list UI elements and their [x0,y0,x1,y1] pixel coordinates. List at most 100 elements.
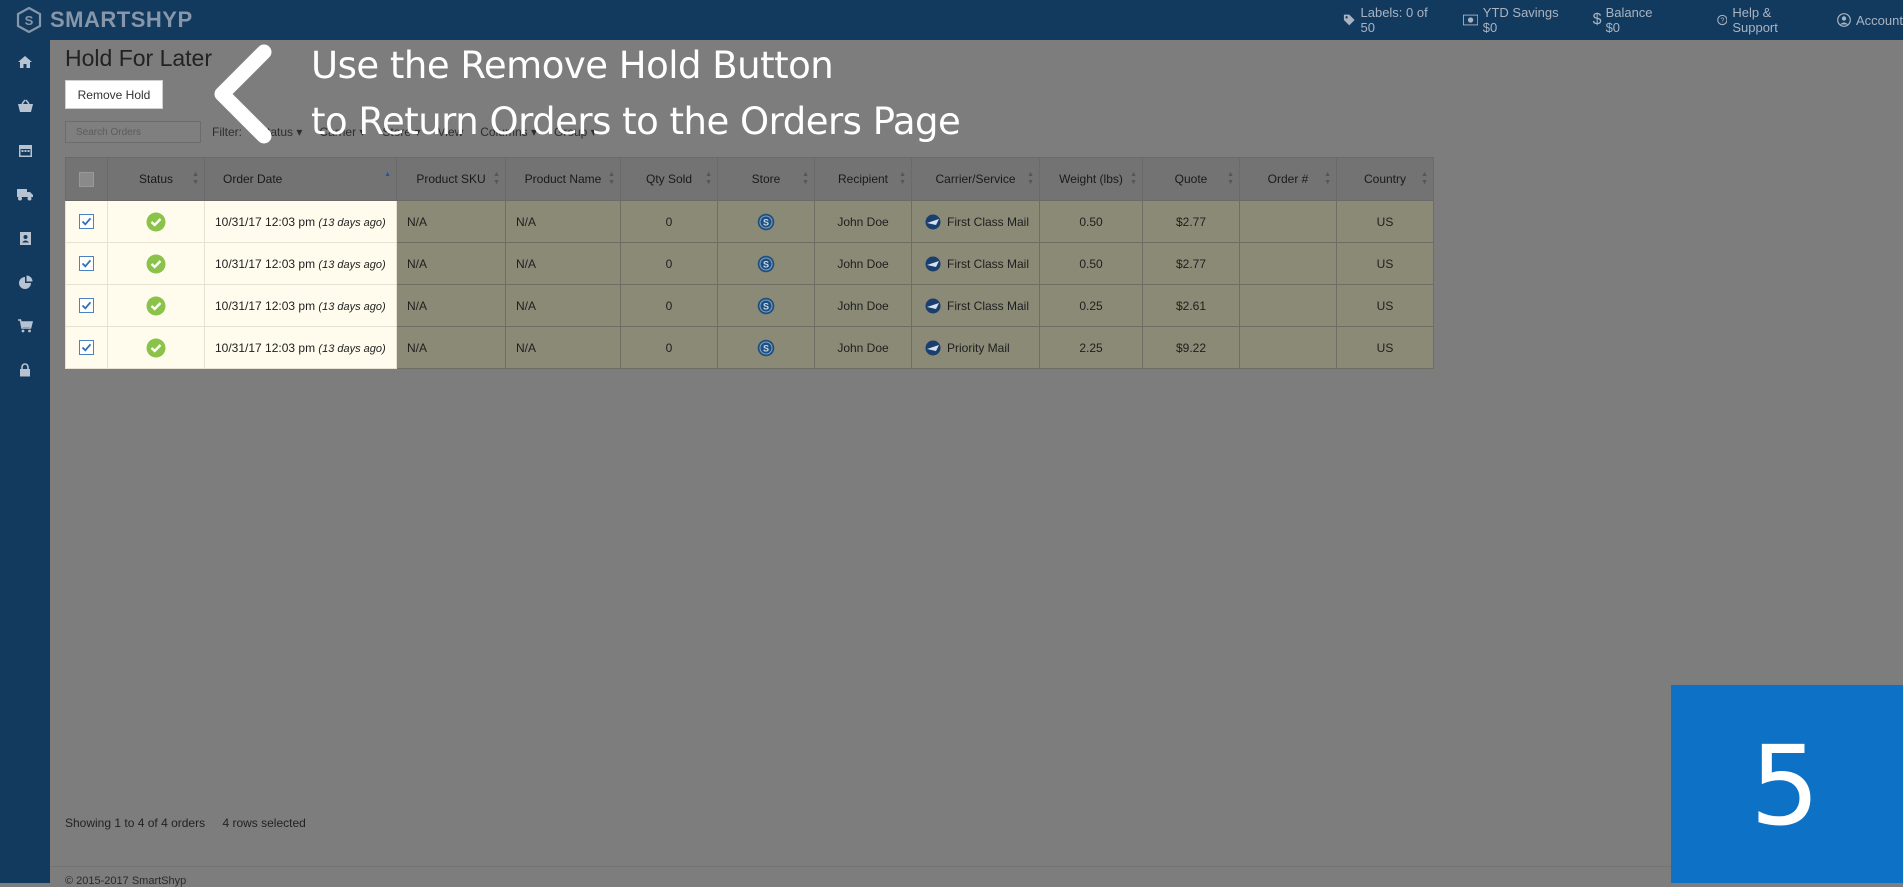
checkmark-icon [81,343,92,352]
recipient-cell: John Doe [814,284,912,327]
qty-sold-cell: 0 [620,242,718,285]
column-header-weight[interactable]: Weight (lbs) ▲ ▼ [1039,157,1143,201]
sidebar-item-shipments[interactable] [0,172,50,216]
status-cell [107,326,205,369]
order-date-cell: 10/31/17 12:03 pm (13 days ago) [204,242,397,285]
labels-counter[interactable]: Labels: 0 of 50 [1343,5,1437,35]
recipient-cell: John Doe [814,242,912,285]
account-text: Account [1856,12,1903,28]
column-label: Recipient [837,172,889,186]
column-label: Quote [1174,172,1208,186]
column-header-product-name[interactable]: Product Name ▲ ▼ [505,157,621,201]
row-checkbox[interactable] [79,214,94,230]
carrier-service-name: First Class Mail [947,214,1030,229]
carrier-service-cell: First Class Mail [911,200,1040,243]
account-menu[interactable]: Account [1837,13,1903,28]
checkmark-icon [81,217,92,226]
sort-icon: ▲ ▼ [608,171,615,186]
column-header-qty-sold[interactable]: Qty Sold ▲ ▼ [620,157,718,201]
brand-logo[interactable]: S SMARTSHYP [16,7,193,33]
country-cell: US [1336,284,1434,327]
row-select-cell[interactable] [65,284,108,327]
sidebar-item-security[interactable] [0,348,50,392]
svg-text:S: S [25,13,34,28]
copyright-text: © 2015-2017 SmartShyp [65,875,187,887]
column-header-order-date[interactable]: Order Date ▲ [204,157,397,201]
ytd-savings[interactable]: YTD Savings $0 [1462,5,1567,35]
footer: © 2015-2017 SmartShyp [50,866,1903,887]
table-row[interactable]: 10/31/17 12:03 pm (13 days ago) N/A N/A 0 S J… [65,200,1434,243]
row-checkbox[interactable] [79,256,94,272]
table-row[interactable]: 10/31/17 12:03 pm (13 days ago) N/A N/A 0 S J… [65,242,1434,285]
column-header-store[interactable]: Store ▲ ▼ [717,157,815,201]
column-header-order-number[interactable]: Order # ▲ ▼ [1239,157,1337,201]
help-support-link[interactable]: ? Help & Support [1716,5,1811,35]
sort-icon: ▲ ▼ [1421,171,1428,186]
carrier-service-name: First Class Mail [947,298,1030,313]
row-checkbox[interactable] [79,340,94,356]
product-name-cell: N/A [505,284,621,327]
sidebar-item-address-book[interactable] [0,216,50,260]
user-circle-icon [1837,13,1851,27]
rows-selected-count: 4 rows selected [222,816,306,830]
brand-name: SMARTSHYP [50,7,193,32]
status-cell [107,242,205,285]
remove-hold-button[interactable]: Remove Hold [65,80,163,109]
sidebar-item-orders[interactable] [0,84,50,128]
column-header-product-sku[interactable]: Product SKU ▲ ▼ [396,157,506,201]
sidebar-item-stores[interactable] [0,304,50,348]
money-icon [1462,14,1478,26]
column-header-status[interactable]: Status ▲ ▼ [107,157,205,201]
product-sku-cell: N/A [396,200,506,243]
hex-logo-icon: S [16,7,42,33]
svg-text:S: S [763,259,769,269]
row-select-cell[interactable] [65,200,108,243]
weight-cell: 0.50 [1039,200,1143,243]
sort-icon: ▲ ▼ [192,171,199,186]
row-select-cell[interactable] [65,326,108,369]
tag-icon [1343,14,1355,26]
select-all-header[interactable] [65,157,108,201]
select-all-checkbox[interactable] [79,171,94,187]
product-name-cell: N/A [505,242,621,285]
column-label: Order Date [223,172,283,186]
table-header-row: Status ▲ ▼ Order Date ▲ Product SKU ▲ ▼ Produ… [65,157,1434,201]
country-cell: US [1336,200,1434,243]
sidebar-item-reports[interactable] [0,260,50,304]
sidebar-item-hold[interactable] [0,128,50,172]
table-row[interactable]: 10/31/17 12:03 pm (13 days ago) N/A N/A 0 S J… [65,326,1434,369]
question-circle-icon: ? [1716,14,1728,26]
top-bar: S SMARTSHYP Labels: 0 of 50 YTD Savings … [0,0,1903,40]
truck-icon [17,188,33,200]
column-header-recipient[interactable]: Recipient ▲ ▼ [814,157,912,201]
weight-cell: 0.50 [1039,242,1143,285]
balance[interactable]: $ Balance $0 [1593,5,1663,35]
row-select-cell[interactable] [65,242,108,285]
quote-cell: $2.77 [1142,242,1240,285]
dollar-icon: $ [1592,11,1602,28]
row-checkbox[interactable] [79,298,94,314]
quote-cell: $2.61 [1142,284,1240,327]
order-number-cell [1239,326,1337,369]
search-input[interactable]: Search Orders [65,121,201,143]
column-label: Weight (lbs) [1059,172,1123,186]
column-header-carrier-service[interactable]: Carrier/Service ▲ ▼ [911,157,1040,201]
sort-icon: ▲ ▼ [493,171,500,186]
showing-count: Showing 1 to 4 of 4 orders [65,816,206,830]
svg-text:?: ? [1720,17,1724,25]
country-cell: US [1336,326,1434,369]
order-date: 10/31/17 12:03 pm [215,298,316,313]
store-logo-icon: S [757,213,775,230]
column-header-quote[interactable]: Quote ▲ ▼ [1142,157,1240,201]
usps-eagle-icon [925,214,941,229]
store-cell: S [717,242,815,285]
sidebar-item-home[interactable] [0,40,50,84]
column-label: Carrier/Service [935,172,1016,186]
column-header-country[interactable]: Country ▲ ▼ [1336,157,1434,201]
sort-icon: ▲ ▼ [1027,171,1034,186]
table-row[interactable]: 10/31/17 12:03 pm (13 days ago) N/A N/A 0 S J… [65,284,1434,327]
sort-icon: ▲ ▼ [802,171,809,186]
order-number-cell [1239,284,1337,327]
carrier-service-name: Priority Mail [947,340,1010,355]
help-text: Help & Support [1732,5,1778,35]
